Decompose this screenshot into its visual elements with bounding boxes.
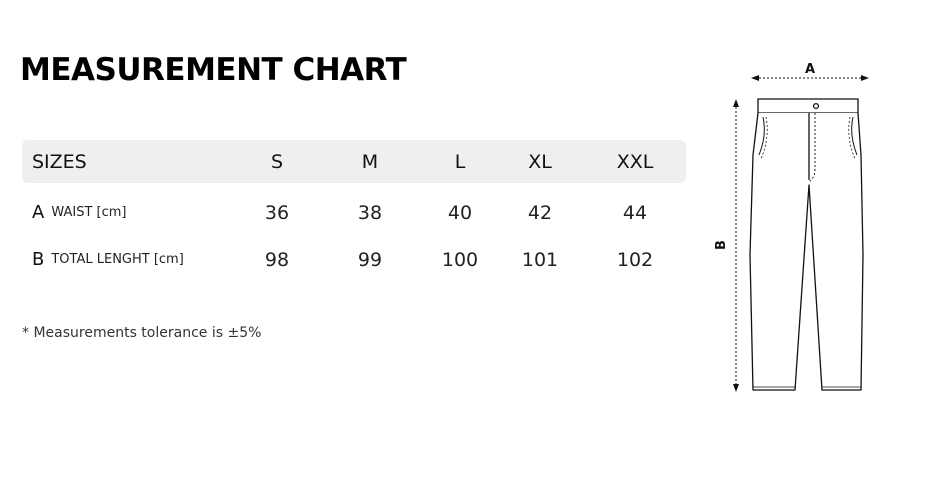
row-label-total-length: B TOTAL LENGHT [cm] <box>32 236 184 283</box>
row-label-waist: A WAIST [cm] <box>32 189 126 236</box>
size-header-m: M <box>361 150 379 173</box>
row-letter-a: A <box>32 202 45 223</box>
tolerance-note: * Measurements tolerance is ±5% <box>22 325 262 341</box>
table-cell: 98 <box>264 248 290 271</box>
row-letter-b: B <box>32 249 45 270</box>
size-header-s: S <box>270 150 284 173</box>
table-cell: 44 <box>622 201 648 224</box>
size-header-xl: XL <box>528 150 552 173</box>
table-cell: 38 <box>357 201 383 224</box>
length-arrow <box>733 99 739 392</box>
measurement-table: SIZES S M L XL XXL A WAIST [cm] 36 38 40… <box>22 140 686 283</box>
table-cell: 42 <box>527 201 553 224</box>
sizes-header-label: SIZES <box>32 150 87 173</box>
table-row-waist: A WAIST [cm] 36 38 40 42 44 <box>22 189 686 236</box>
trousers-diagram: A B <box>715 62 869 392</box>
trousers-icon <box>749 98 864 391</box>
row-label-text: WAIST [cm] <box>51 205 127 220</box>
table-cell: 100 <box>441 248 479 271</box>
table-cell: 36 <box>264 201 290 224</box>
row-label-text: TOTAL LENGHT [cm] <box>51 252 184 267</box>
table-cell: 99 <box>357 248 383 271</box>
label-a: A <box>805 62 815 77</box>
table-cell: 102 <box>616 248 654 271</box>
table-row-total-length: B TOTAL LENGHT [cm] 98 99 100 101 102 <box>22 236 686 283</box>
table-cell: 101 <box>521 248 559 271</box>
size-header-l: L <box>454 150 466 173</box>
page-title: MEASUREMENT CHART <box>20 52 407 88</box>
label-b: B <box>715 240 729 250</box>
table-header-row: SIZES S M L XL XXL <box>22 140 686 183</box>
table-cell: 40 <box>447 201 473 224</box>
size-header-xxl: XXL <box>616 150 654 173</box>
